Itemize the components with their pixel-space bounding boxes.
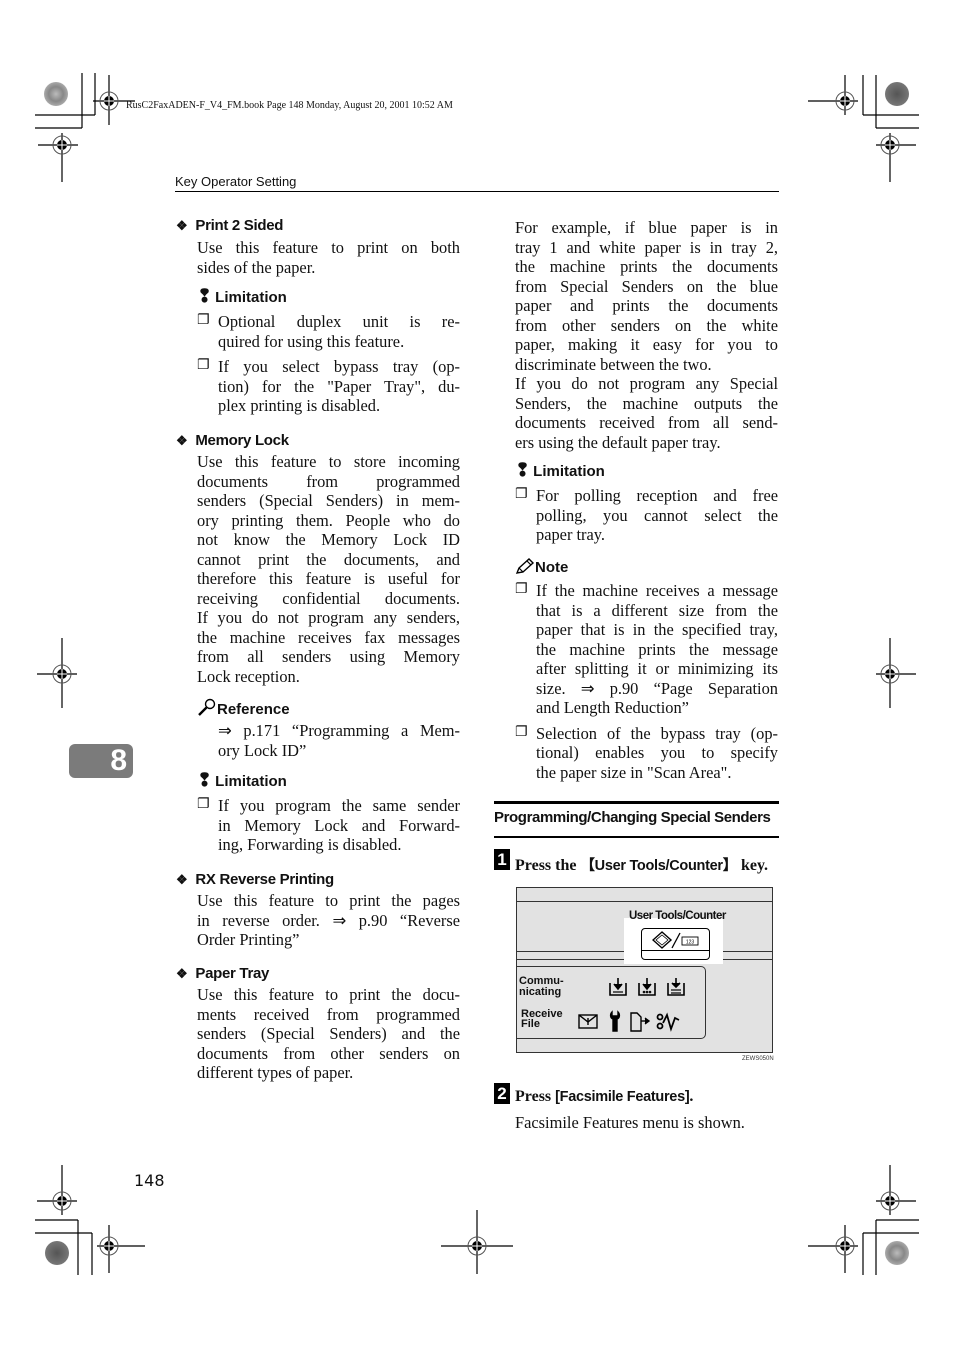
diamond-bullet-icon: ❖ [176, 872, 188, 887]
memory-lock-body: Use this feature to store incoming docum… [197, 452, 460, 686]
key-label: User Tools/Counter [629, 910, 726, 922]
paper-tray-body: Use this feature to print the docu- ment… [197, 985, 460, 1082]
pencil-icon [515, 558, 535, 574]
line-signal-icon [656, 1012, 680, 1032]
reference-heading: Reference [197, 698, 290, 718]
note-heading: Note [515, 558, 568, 576]
list-item: ❐ If you select bypass tray (op- tion) f… [197, 357, 460, 415]
control-panel-illustration: User Tools/Counter 123 Commu- nicating R… [516, 887, 773, 1053]
checkbox-bullet-icon: ❐ [515, 723, 528, 740]
limitation-heading: ❢ Limitation [515, 460, 605, 480]
limitation-icon: ❢ [515, 460, 531, 480]
receiving-tray-icon [609, 978, 627, 996]
receive-file-label: Receive File [521, 1008, 563, 1030]
receive-file-envelope-icon [578, 1014, 598, 1029]
step-number-1: 1 [494, 849, 510, 870]
section-title: Programming/Changing Special Senders [494, 809, 771, 826]
feature-title-print-2-sided: ❖ Print 2 Sided [176, 217, 284, 234]
list-item: ❐ Selection of the bypass tray (op- tion… [515, 723, 778, 782]
running-head: Key Operator Setting [175, 174, 297, 189]
diamond-bullet-icon: ❖ [176, 966, 188, 981]
diamond-bullet-icon: ❖ [176, 433, 188, 448]
memory-tray-icon [638, 978, 656, 996]
checkbox-bullet-icon: ❐ [515, 581, 528, 597]
user-tools-counter-key[interactable]: 123 [641, 928, 710, 960]
checkbox-bullet-icon: ❐ [197, 357, 210, 373]
limitation-list: ❐ Optional duplex unit is re- quired for… [197, 312, 460, 416]
list-item: ❐ If the machine receives a message that… [515, 581, 778, 717]
step-2-instruction: Press [Facsimile Features]. [515, 1088, 694, 1105]
indicator-panel: Commu- nicating Receive File [517, 966, 706, 1039]
color-target-icon [885, 82, 909, 106]
crop-marks [35, 73, 919, 1275]
user-tools-icon: 123 [652, 931, 699, 949]
step-number-2: 2 [494, 1083, 510, 1104]
rx-reverse-body: Use this feature to print the pages in r… [197, 891, 460, 949]
figure-id: ZEWS050N [742, 1056, 774, 1062]
checkbox-bullet-icon: ❐ [515, 486, 528, 502]
limitation-heading: ❢ Limitation [197, 286, 287, 306]
step-2-result: Facsimile Features menu is shown. [515, 1113, 745, 1132]
file-info: RusC2FaxADEN-F_V4_FM.book Page 148 Monda… [126, 100, 453, 111]
print-2-sided-body: Use this feature to print on both sides … [197, 238, 460, 277]
crop-mark-mid [37, 638, 916, 1274]
limitation-icon: ❢ [197, 286, 213, 306]
key-name: [Facsimile Features] [555, 1089, 690, 1105]
counter-digits: 123 [686, 940, 695, 946]
limitation-heading: ❢ Limitation [197, 770, 287, 790]
feature-title-paper-tray: ❖ Paper Tray [176, 965, 270, 982]
color-target-icon [44, 82, 68, 106]
limitation-list: ❐ For polling reception and free polling… [515, 486, 778, 545]
step-1-instruction: Press the 【User Tools/Counter】 key. [515, 857, 769, 874]
color-target-icon [45, 1241, 69, 1265]
chapter-tab: 8 [69, 744, 133, 778]
panel-indicator-icons [578, 978, 685, 1032]
list-item: ❐ If you program the same sender in Memo… [197, 796, 460, 854]
wrench-icon [609, 1010, 621, 1032]
paper-jam-icon [630, 1012, 651, 1032]
feature-title-memory-lock: ❖ Memory Lock [176, 432, 289, 449]
color-target-icon [885, 1241, 909, 1265]
section-rule-top [494, 801, 779, 804]
checkbox-bullet-icon: ❐ [197, 312, 210, 328]
paper-tray-example: For example, if blue paper is in tray 1 … [515, 218, 778, 452]
checkbox-bullet-icon: ❐ [197, 796, 210, 812]
diamond-bullet-icon: ❖ [176, 218, 188, 233]
section-rule-bottom [494, 836, 779, 838]
limitation-icon: ❢ [197, 770, 213, 790]
header-rule [175, 191, 779, 192]
communicating-label: Commu- nicating [519, 975, 564, 998]
page-number: 148 [134, 1171, 165, 1190]
feature-title-rx-reverse-printing: ❖ RX Reverse Printing [176, 871, 334, 888]
reference-text: ⇒ p.171 “Programming a Mem- ory Lock ID” [218, 721, 460, 760]
key-name: 【User Tools/Counter】 [580, 858, 737, 874]
note-list: ❐ If the machine receives a message that… [515, 581, 778, 782]
limitation-list: ❐ If you program the same sender in Memo… [197, 796, 460, 855]
list-item: ❐ Optional duplex unit is re- quired for… [197, 312, 460, 351]
list-item: ❐ For polling reception and free polling… [515, 486, 778, 544]
magnifier-icon [198, 698, 216, 716]
print-tray-icon [667, 978, 685, 996]
